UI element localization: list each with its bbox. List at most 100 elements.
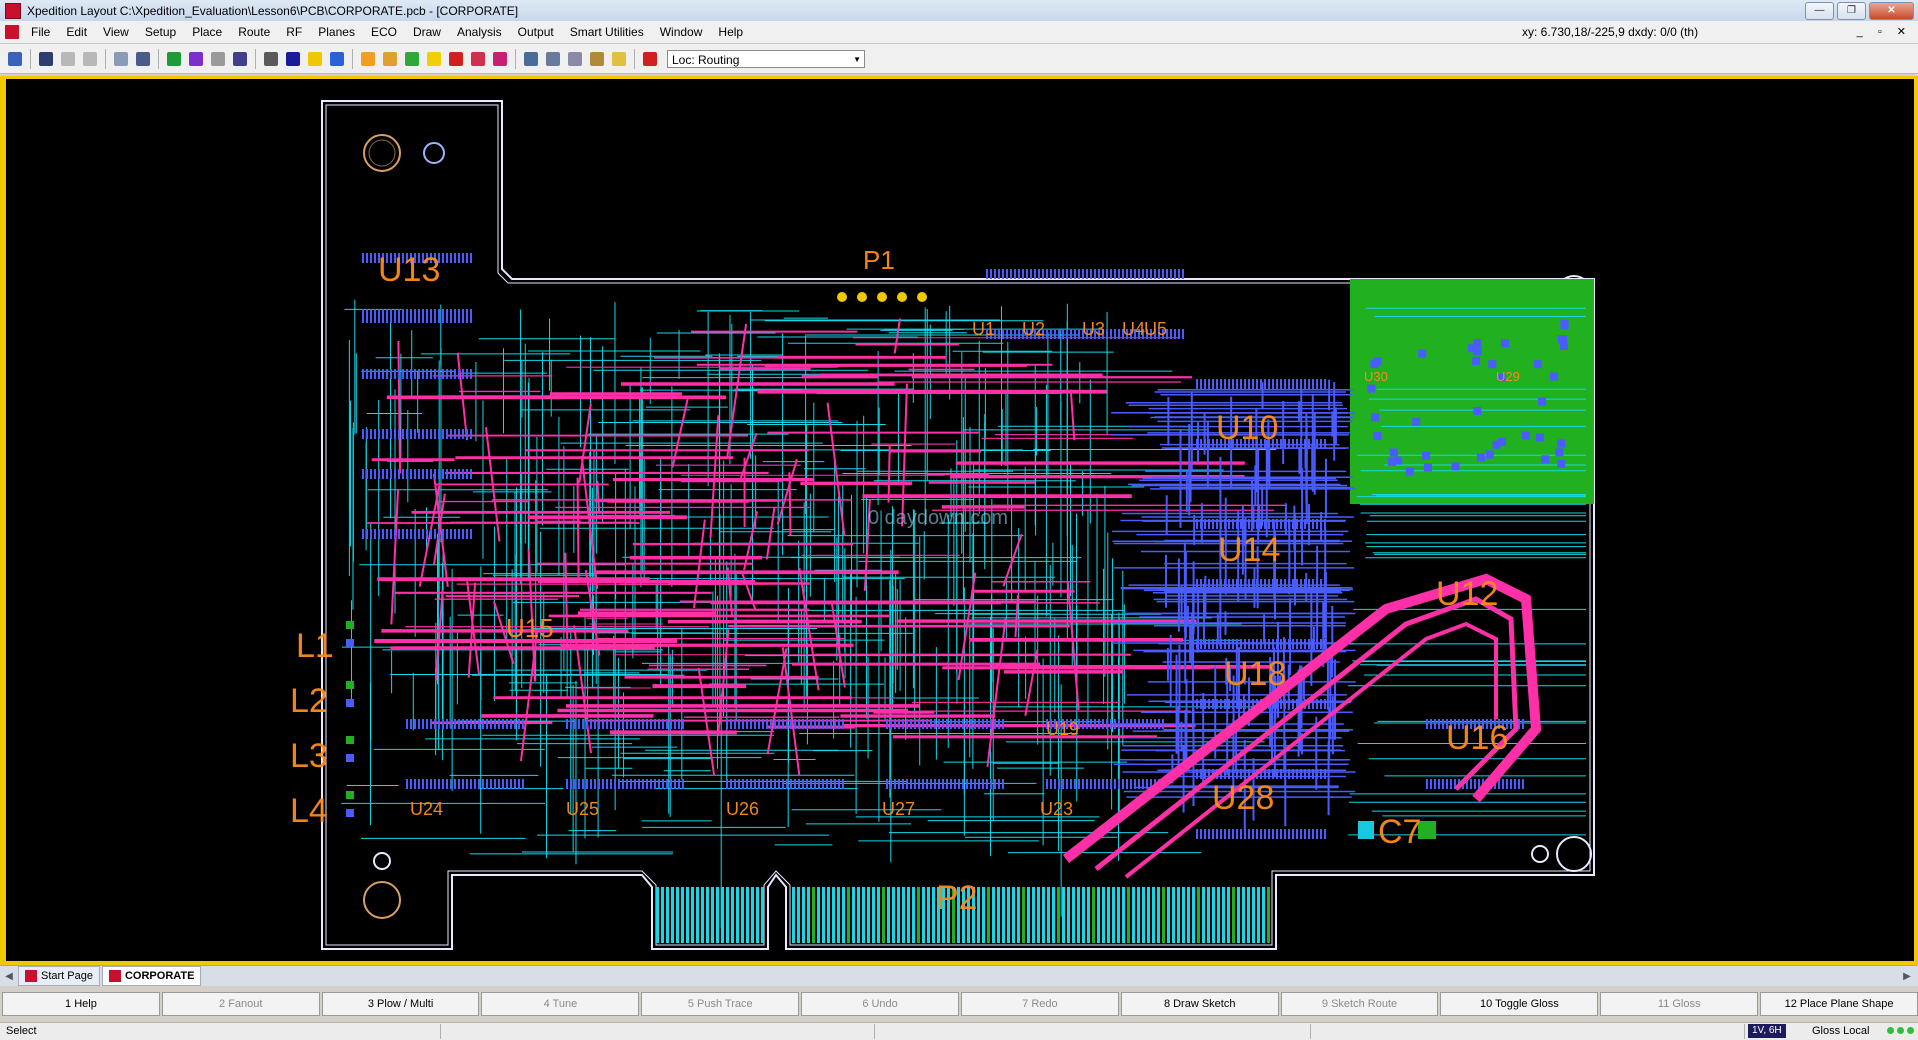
pad	[778, 719, 780, 729]
fkey-place-plane-shape[interactable]: 12 Place Plane Shape	[1760, 992, 1918, 1016]
mirror-icon[interactable]	[230, 49, 250, 69]
pad	[518, 779, 520, 789]
menu-rf[interactable]: RF	[278, 21, 310, 43]
pad	[1240, 379, 1242, 389]
pcb-canvas[interactable]: P1 P2 U13 U10 U14 U18 U28 U12 U16 L1 L2 …	[6, 79, 1914, 961]
pad	[346, 621, 354, 629]
tab-corporate[interactable]: CORPORATE	[102, 966, 201, 986]
menu-smart-utilities[interactable]: Smart Utilities	[562, 21, 652, 43]
fkey-draw-sketch[interactable]: 8 Draw Sketch	[1121, 992, 1279, 1016]
menu-output[interactable]: Output	[510, 21, 562, 43]
drc-icon[interactable]	[424, 49, 444, 69]
tab-scroll-left-icon[interactable]: ◀	[0, 971, 18, 982]
close-button[interactable]: ✕	[1869, 2, 1914, 20]
connector-finger	[1072, 887, 1075, 943]
fkey-help[interactable]: 1 Help	[2, 992, 160, 1016]
pad	[462, 529, 464, 539]
menu-planes[interactable]: Planes	[310, 21, 363, 43]
pad	[1308, 579, 1310, 589]
connector-finger	[802, 887, 805, 943]
restore-button[interactable]: ❐	[1837, 2, 1866, 20]
drc-check-icon[interactable]	[446, 49, 466, 69]
pad	[1316, 519, 1318, 529]
connector-finger	[1192, 887, 1195, 943]
pad	[662, 779, 664, 789]
fkey-plow-multi[interactable]: 3 Plow / Multi	[322, 992, 480, 1016]
netline-icon[interactable]	[609, 49, 629, 69]
pad	[810, 719, 812, 729]
layer-icon[interactable]	[283, 49, 303, 69]
display-icon[interactable]	[358, 49, 378, 69]
menu-draw[interactable]: Draw	[405, 21, 449, 43]
pad	[678, 779, 680, 789]
route-icon[interactable]	[305, 49, 325, 69]
connector-finger	[696, 887, 699, 943]
fkey-toggle-gloss[interactable]: 10 Toggle Gloss	[1440, 992, 1598, 1016]
pad	[442, 719, 444, 729]
redo-icon[interactable]	[80, 49, 100, 69]
pad	[398, 429, 400, 439]
zoom-area-icon[interactable]	[543, 49, 563, 69]
pad	[434, 719, 436, 729]
fkey-sketch-route[interactable]: 9 Sketch Route	[1281, 992, 1439, 1016]
menu-help[interactable]: Help	[710, 21, 751, 43]
fkey-push-trace[interactable]: 5 Push Trace	[641, 992, 799, 1016]
menu-setup[interactable]: Setup	[137, 21, 184, 43]
fkey-gloss[interactable]: 11 Gloss	[1600, 992, 1758, 1016]
pad	[506, 719, 508, 729]
menu-analysis[interactable]: Analysis	[449, 21, 510, 43]
pad	[434, 369, 436, 379]
undo-icon[interactable]	[58, 49, 78, 69]
mdi-window-controls[interactable]: _ ▫ ✕	[1857, 21, 1912, 43]
pointer-icon[interactable]	[261, 49, 281, 69]
zoom-icon[interactable]	[521, 49, 541, 69]
fanout-icon[interactable]	[380, 49, 400, 69]
pad	[1288, 379, 1290, 389]
pad	[442, 253, 444, 263]
pad	[626, 719, 628, 729]
place-icon[interactable]	[111, 49, 131, 69]
menu-place[interactable]: Place	[184, 21, 230, 43]
highlight-icon[interactable]	[208, 49, 228, 69]
find-icon[interactable]	[36, 49, 56, 69]
fkey-undo[interactable]: 6 Undo	[801, 992, 959, 1016]
zoom-fit-icon[interactable]	[565, 49, 585, 69]
save-icon[interactable]	[5, 49, 25, 69]
pad	[438, 429, 440, 439]
fkey-tune[interactable]: 4 Tune	[481, 992, 639, 1016]
cross-probe-icon[interactable]	[186, 49, 206, 69]
refdes-label: U1	[972, 319, 995, 340]
refdes-label: U15	[506, 613, 554, 644]
view-icon[interactable]	[587, 49, 607, 69]
spf-icon[interactable]	[468, 49, 488, 69]
tune-icon[interactable]	[402, 49, 422, 69]
pad	[582, 779, 584, 789]
select-area-icon[interactable]	[164, 49, 184, 69]
connector-finger	[867, 887, 870, 943]
grid-icon[interactable]	[640, 49, 660, 69]
pad	[730, 779, 732, 789]
design-check-icon[interactable]	[490, 49, 510, 69]
locale-select[interactable]: Loc: Routing ▼	[667, 50, 865, 68]
move-icon[interactable]	[133, 49, 153, 69]
tab-start-page[interactable]: Start Page	[18, 966, 100, 986]
document-icon[interactable]	[5, 25, 19, 39]
pad	[410, 719, 412, 729]
connector-finger	[1262, 887, 1265, 943]
fkey-fanout[interactable]: 2 Fanout	[162, 992, 320, 1016]
pad	[1220, 579, 1222, 589]
menu-view[interactable]: View	[95, 21, 137, 43]
tab-scroll-right-icon[interactable]: ▶	[1898, 971, 1916, 982]
menu-file[interactable]: File	[23, 21, 58, 43]
pad	[414, 469, 416, 479]
pad	[1162, 719, 1164, 729]
menu-window[interactable]: Window	[652, 21, 711, 43]
menu-route[interactable]: Route	[230, 21, 278, 43]
pad	[606, 719, 608, 729]
fkey-redo[interactable]: 7 Redo	[961, 992, 1119, 1016]
menu-edit[interactable]: Edit	[58, 21, 95, 43]
menu-eco[interactable]: ECO	[363, 21, 405, 43]
minimize-button[interactable]: —	[1805, 2, 1834, 20]
gloss-icon[interactable]	[327, 49, 347, 69]
pad	[1082, 269, 1084, 279]
